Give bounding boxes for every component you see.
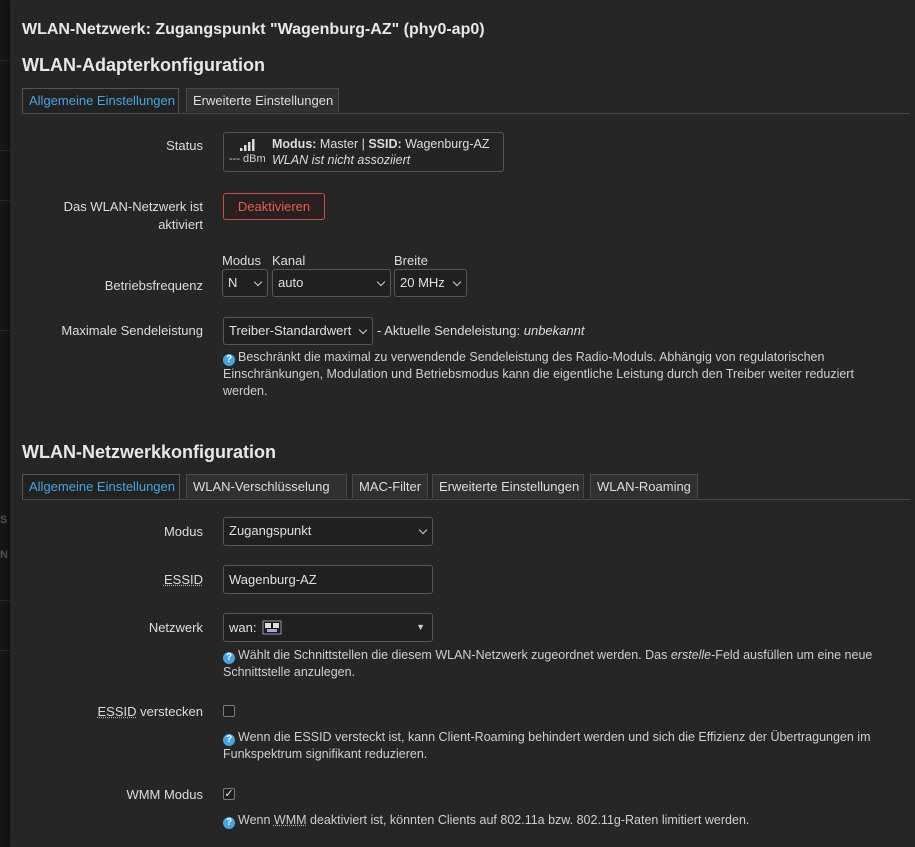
frequency-width-select[interactable]: 20 MHz — [394, 269, 467, 297]
frequency-mode-label: Modus — [222, 253, 262, 268]
adapter-tabs: Allgemeine Einstellungen Erweiterte Eins… — [22, 88, 910, 114]
hidden-essid-label-rest: verstecken — [140, 704, 203, 719]
network-value: wan: — [229, 620, 257, 635]
hidden-essid-label: ESSID verstecken — [30, 703, 203, 721]
mode-value: Zugangspunkt — [229, 523, 312, 538]
network-help: ? Wählt die Schnittstellen die diesem WLA… — [223, 647, 888, 681]
status-separator: | — [361, 137, 365, 151]
status-box: --- dBm Modus: Master | SSID: Wagenburg-… — [223, 132, 504, 172]
chevron-down-icon — [418, 525, 428, 535]
hidden-essid-checkbox[interactable] — [223, 705, 235, 717]
backdrop-text: S — [0, 514, 8, 526]
help-icon: ? — [223, 652, 235, 664]
mode-select[interactable]: Zugangspunkt — [223, 517, 433, 546]
wmm-help-abbr: WMM — [273, 813, 307, 827]
txpower-current-prefix: - Aktuelle Sendeleistung: — [377, 323, 521, 338]
frequency-mode-value: N — [228, 275, 238, 290]
status-mode-value: Master — [319, 137, 359, 151]
help-icon: ? — [223, 817, 235, 829]
backdrop-text: N — [0, 549, 8, 561]
chevron-down-icon — [376, 277, 386, 287]
network-label: Netzwerk — [148, 620, 203, 635]
frequency-channel-label: Kanal — [272, 253, 306, 268]
network-tabs: Allgemeine Einstellungen WLAN-Verschlüss… — [22, 474, 910, 500]
status-mode-key: Modus: — [272, 137, 317, 151]
txpower-label: Maximale Sendeleistung — [61, 323, 203, 338]
essid-value: Wagenburg-AZ — [229, 572, 317, 587]
network-interface-icon — [262, 620, 282, 635]
frequency-label: Betriebsfrequenz — [104, 278, 203, 293]
txpower-help: ? Beschränkt die maximal zu verwendende S… — [223, 349, 888, 399]
status-ssid-value: Wagenburg-AZ — [405, 137, 490, 151]
txpower-current-value: unbekannt — [523, 323, 585, 338]
frequency-channel-value: auto — [278, 275, 304, 290]
txpower-value: Treiber-Standardwert — [229, 323, 352, 338]
wmm-help-a: Wenn — [238, 813, 274, 827]
chevron-down-icon — [253, 277, 263, 287]
status-assoc-text: WLAN ist nicht assoziiert — [272, 153, 411, 167]
tab-network-general[interactable]: Allgemeine Einstellungen — [22, 474, 180, 499]
txpower-help-text: Beschränkt die maximal zu verwendende Se… — [223, 350, 854, 398]
wmm-help-b: deaktiviert ist, könnten Clients auf 802… — [306, 813, 750, 827]
chevron-down-icon: ▼ — [416, 622, 425, 632]
frequency-width-value: 20 MHz — [400, 275, 445, 290]
wmm-label: WMM Modus — [126, 787, 203, 802]
wireless-config-dialog: WLAN-Netzwerk: Zugangspunkt "Wagenburg-A… — [10, 0, 915, 847]
network-help-a: Wählt die Schnittstellen die diesem WLAN… — [238, 648, 671, 662]
frequency-mode-select[interactable]: N — [222, 269, 268, 297]
hidden-essid-label-abbr: ESSID — [97, 704, 137, 719]
tab-adapter-advanced[interactable]: Erweiterte Einstellungen — [186, 88, 339, 112]
essid-input[interactable]: Wagenburg-AZ — [223, 565, 433, 594]
wmm-help: ? Wenn WMM deaktiviert ist, könnten Clien… — [223, 812, 888, 829]
enabled-label: Das WLAN-Netzwerk ist aktiviert — [63, 199, 203, 232]
tab-network-mac-filter[interactable]: MAC-Filter — [352, 474, 428, 498]
dialog-title: WLAN-Netzwerk: Zugangspunkt "Wagenburg-A… — [22, 21, 485, 38]
network-section-heading: WLAN-Netzwerkkonfiguration — [22, 442, 276, 462]
signal-icon — [240, 139, 255, 151]
essid-label-text: ESSID — [163, 572, 203, 587]
wmm-checkbox[interactable]: ✓ — [223, 788, 235, 800]
tab-adapter-general[interactable]: Allgemeine Einstellungen — [22, 88, 179, 113]
hidden-essid-help: ? Wenn die ESSID versteckt ist, kann Clie… — [223, 729, 888, 763]
help-icon: ? — [223, 354, 235, 366]
status-mode-line: Modus: Master | SSID: Wagenburg-AZ — [272, 137, 489, 151]
essid-label: ESSID — [30, 571, 203, 589]
signal-dbm: --- dBm — [229, 153, 266, 165]
adapter-section-heading: WLAN-Adapterkonfiguration — [22, 55, 265, 75]
status-ssid-key: SSID: — [368, 137, 402, 151]
network-help-em: erstelle — [670, 648, 712, 662]
txpower-select[interactable]: Treiber-Standardwert — [223, 317, 373, 345]
txpower-current: - Aktuelle Sendeleistung: unbekannt — [377, 323, 584, 338]
tab-network-encryption[interactable]: WLAN-Verschlüsselung — [186, 474, 347, 498]
tab-network-roaming[interactable]: WLAN-Roaming — [590, 474, 698, 498]
status-label: Status — [166, 138, 203, 153]
frequency-channel-select[interactable]: auto — [272, 269, 391, 297]
mode-label: Modus — [163, 524, 203, 539]
tab-network-advanced[interactable]: Erweiterte Einstellungen — [432, 474, 584, 498]
network-select[interactable]: wan: ▼ — [223, 613, 433, 642]
frequency-width-label: Breite — [394, 253, 428, 268]
chevron-down-icon — [358, 325, 368, 335]
help-icon: ? — [223, 734, 235, 746]
deactivate-button[interactable]: Deaktivieren — [223, 193, 325, 220]
chevron-down-icon — [452, 277, 462, 287]
hidden-essid-help-text: Wenn die ESSID versteckt ist, kann Clien… — [223, 730, 871, 761]
